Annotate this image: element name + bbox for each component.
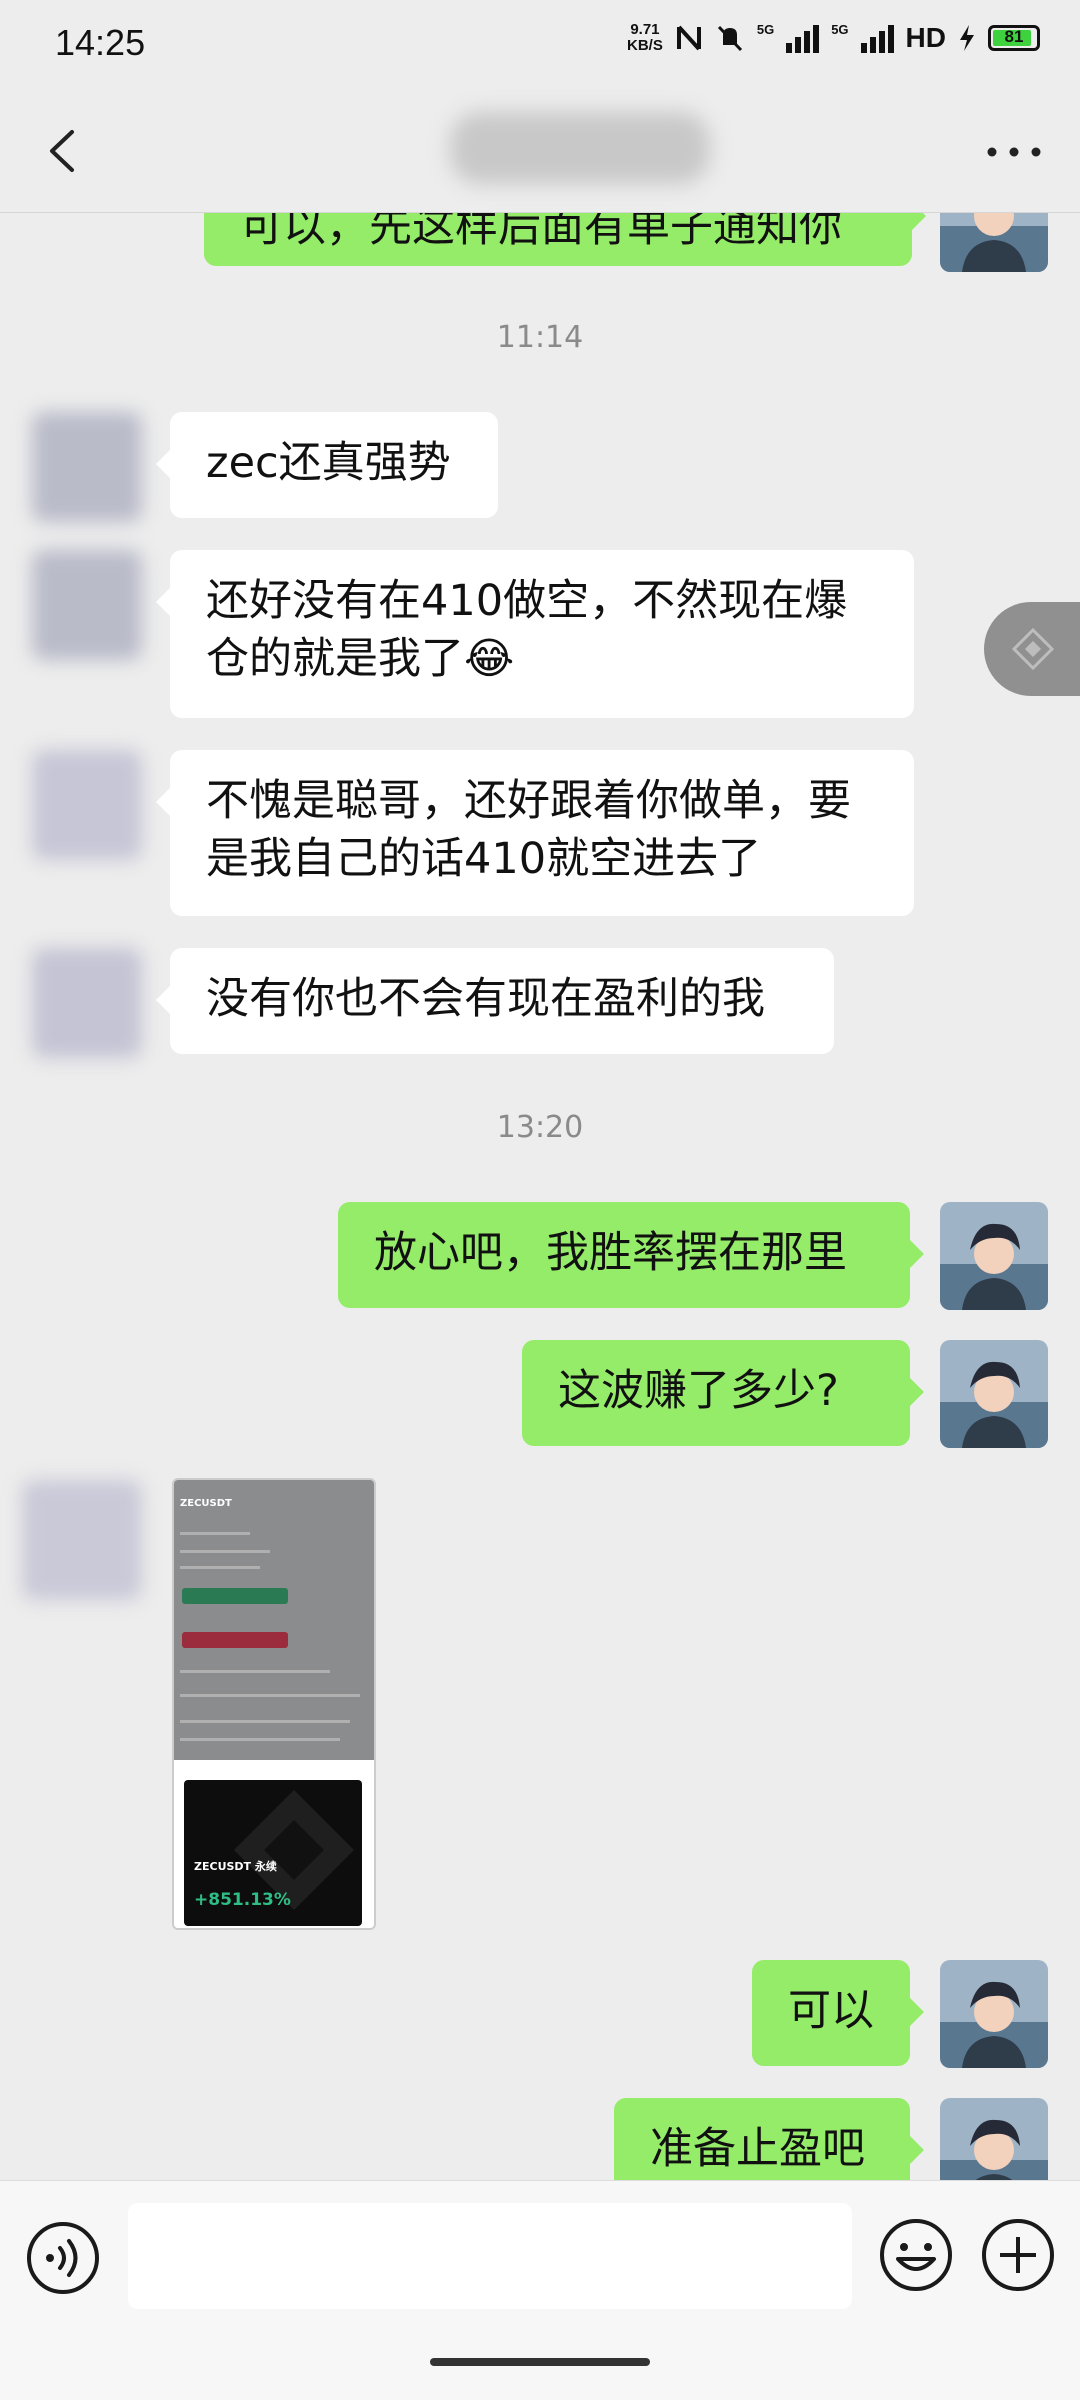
message-bubble-in[interactable]: 还好没有在410做空，不然现在爆仓的就是我了😂 [156, 550, 914, 718]
screenshot-preview: ZECUSDT [174, 1480, 374, 1760]
home-indicator[interactable] [430, 2358, 650, 2366]
my-avatar[interactable] [940, 2098, 1048, 2180]
my-avatar[interactable] [940, 212, 1048, 272]
contact-avatar[interactable] [32, 412, 142, 522]
status-time: 14:25 [55, 22, 146, 63]
nfc-icon [676, 25, 701, 51]
contact-avatar[interactable] [22, 1480, 142, 1600]
network-2-label: 5G [831, 22, 849, 37]
network-1-label: 5G [756, 22, 775, 37]
binance-float-button[interactable] [984, 602, 1080, 696]
contact-avatar[interactable] [32, 550, 142, 660]
message-bubble-out[interactable]: 准备止盈吧 [614, 2098, 924, 2180]
card-symbol: ZECUSDT 永续 [194, 1860, 277, 1873]
emoji-icon[interactable] [878, 2217, 954, 2293]
battery-level: 81 [1004, 27, 1024, 46]
message-bubble-out[interactable]: 这波赚了多少? [522, 1340, 924, 1446]
chat-title [450, 112, 710, 184]
voice-icon[interactable] [26, 2221, 100, 2295]
signal-1-icon [786, 23, 820, 53]
hd-label: HD [905, 22, 946, 53]
contact-avatar[interactable] [32, 750, 142, 860]
binance-float-icon [1011, 627, 1055, 671]
message-bubble-out[interactable]: 放心吧，我胜率摆在那里 [338, 1202, 924, 1308]
my-avatar[interactable] [940, 1202, 1048, 1310]
battery-icon: 81 [988, 25, 1040, 51]
contact-avatar[interactable] [32, 948, 142, 1058]
net-speed: 9.71 KB/S [627, 21, 663, 54]
my-avatar[interactable] [940, 1960, 1048, 2068]
message-list[interactable]: 可以，先这样后面有单子通知你 11:14 zec还真强势 还好没有在410做空，… [0, 212, 1080, 2180]
signal-2-icon [860, 23, 894, 53]
more-icon[interactable] [984, 137, 1044, 167]
image-message[interactable]: ZECUSDT ZECUSDT 永续 +851.13% [172, 1478, 376, 1930]
message-bubble-out[interactable]: 可以 [752, 1960, 924, 2066]
image-symbol: ZECUSDT [180, 1498, 232, 1509]
message-bubble-out[interactable]: 可以，先这样后面有单子通知你 [204, 212, 926, 266]
timestamp: 11:14 [496, 320, 584, 355]
gesture-bar [0, 2330, 1080, 2400]
pnl-share-card: ZECUSDT 永续 +851.13% [174, 1770, 374, 1928]
message-bubble-in[interactable]: 没有你也不会有现在盈利的我 [156, 948, 834, 1054]
message-bubble-in[interactable]: 不愧是聪哥，还好跟着你做单，要是我自己的话410就空进去了 [156, 750, 914, 916]
status-bar: 14:25 9.71 KB/S 5G 5G HD 81 [0, 0, 1080, 92]
pnl-percentage: +851.13% [194, 1890, 291, 1910]
timestamp: 13:20 [496, 1110, 584, 1145]
input-bar [0, 2180, 1080, 2331]
back-arrow-icon[interactable] [38, 124, 92, 178]
mute-icon [717, 25, 742, 52]
message-input[interactable] [128, 2203, 852, 2309]
status-icons: 9.71 KB/S 5G 5G HD 81 [627, 22, 1040, 54]
charging-icon [960, 25, 974, 51]
plus-icon[interactable] [980, 2217, 1056, 2293]
my-avatar[interactable] [940, 1340, 1048, 1448]
chat-header [0, 92, 1080, 213]
message-bubble-in[interactable]: zec还真强势 [156, 412, 498, 518]
